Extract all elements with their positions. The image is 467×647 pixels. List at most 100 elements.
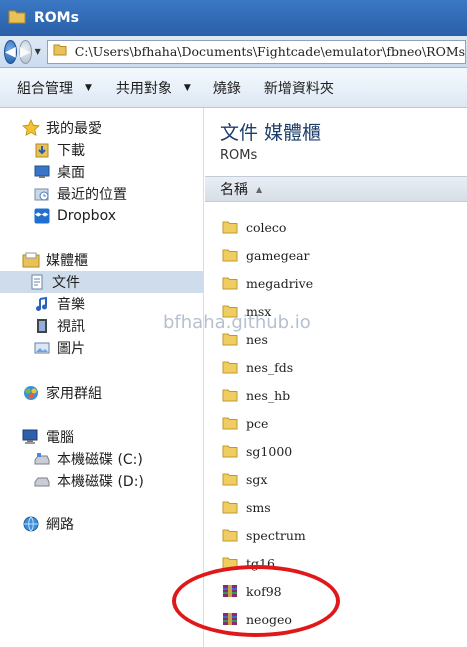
sidebar-computer[interactable]: 電腦 — [22, 426, 74, 448]
column-name-label: 名稱 — [220, 182, 248, 198]
sort-ascending-icon: ▲ — [256, 184, 263, 194]
file-name: pce — [246, 415, 269, 431]
file-list-item[interactable]: sms — [222, 496, 271, 518]
folder-icon — [222, 442, 240, 460]
file-name: nes — [246, 331, 268, 347]
sidebar-homegroup[interactable]: 家用群組 — [22, 382, 102, 404]
file-name: sg1000 — [246, 443, 293, 459]
chevron-down-icon: ▼ — [183, 82, 191, 93]
folder-icon — [222, 526, 240, 544]
file-name: sgx — [246, 471, 268, 487]
sidebar-favorites-label: 我的最愛 — [46, 121, 102, 137]
sidebar-item-pictures[interactable]: 圖片 — [33, 337, 85, 359]
folder-icon — [222, 498, 240, 516]
sidebar-network-label: 網路 — [46, 517, 74, 533]
new-folder-button[interactable]: 新增資料夾 — [264, 78, 334, 98]
sidebar-homegroup-label: 家用群組 — [46, 386, 102, 402]
sidebar-libraries[interactable]: 媒體櫃 — [22, 249, 88, 271]
library-title: 文件 媒體櫃 — [220, 122, 322, 144]
dropbox-icon — [33, 207, 51, 225]
burn-button[interactable]: 燒錄 — [213, 78, 241, 98]
sidebar-item-label: 圖片 — [57, 341, 85, 357]
file-list-item[interactable]: pce — [222, 412, 268, 434]
sidebar-item-drive-c[interactable]: 本機磁碟 (C:) — [33, 448, 143, 470]
video-icon — [33, 317, 51, 335]
computer-icon — [22, 428, 40, 446]
arrow-left-icon: ◀ — [5, 43, 16, 60]
file-name: nes_hb — [246, 387, 291, 403]
navigation-pane: 我的最愛 下載 桌面 最近的位置 Dropbox 媒體櫃 文件 音樂 視訊 圖片… — [0, 108, 204, 647]
organize-button[interactable]: 組合管理 ▼ — [17, 78, 92, 98]
sidebar-libraries-label: 媒體櫃 — [46, 253, 88, 269]
sidebar-item-label: 最近的位置 — [57, 187, 127, 203]
file-list-item[interactable]: coleco — [222, 216, 286, 238]
music-icon — [33, 295, 51, 313]
sidebar-item-music[interactable]: 音樂 — [33, 293, 85, 315]
sidebar-favorites[interactable]: 我的最愛 — [22, 117, 102, 139]
folder-icon — [222, 274, 240, 292]
file-list-item[interactable]: spectrum — [222, 524, 306, 546]
sidebar-item-recent-places[interactable]: 最近的位置 — [33, 183, 127, 205]
file-name: nes_fds — [246, 359, 294, 375]
sidebar-item-dropbox[interactable]: Dropbox — [33, 205, 116, 227]
desktop-icon — [33, 163, 51, 181]
network-icon — [22, 515, 40, 533]
sidebar-item-label: 文件 — [52, 275, 80, 291]
sidebar-network[interactable]: 網路 — [22, 513, 74, 535]
folder-icon — [222, 386, 240, 404]
folder-icon — [53, 43, 67, 61]
folder-icon — [222, 414, 240, 432]
star-icon — [22, 119, 40, 137]
arrow-right-icon: ▶ — [19, 43, 31, 60]
sidebar-item-downloads[interactable]: 下載 — [33, 139, 85, 161]
address-bar[interactable]: C:\Users\bfhaha\Documents\Fightcade\emul… — [46, 39, 467, 64]
file-name: coleco — [246, 219, 287, 235]
file-list-item[interactable]: megadrive — [222, 272, 313, 294]
sidebar-item-label: 音樂 — [57, 297, 85, 313]
file-list-item[interactable]: nes_hb — [222, 384, 290, 406]
sidebar-item-label: 下載 — [57, 143, 85, 159]
folder-icon — [222, 470, 240, 488]
sidebar-item-label: 本機磁碟 (C:) — [57, 452, 143, 468]
library-subtitle: ROMs — [220, 148, 258, 163]
back-button[interactable]: ◀ — [4, 39, 17, 64]
forward-button[interactable]: ▶ — [18, 39, 32, 64]
share-with-label: 共用對象 — [115, 80, 172, 97]
sidebar-item-documents[interactable]: 文件 — [0, 271, 203, 293]
file-list-item[interactable]: gamegear — [222, 244, 310, 266]
new-folder-label: 新增資料夾 — [263, 80, 334, 97]
watermark: bfhaha.github.io — [163, 312, 311, 333]
download-folder-icon — [33, 141, 51, 159]
homegroup-icon — [22, 384, 40, 402]
folder-icon — [8, 8, 26, 28]
sidebar-item-drive-d[interactable]: 本機磁碟 (D:) — [33, 470, 144, 492]
drive-c-icon — [33, 450, 51, 468]
column-header-name[interactable]: 名稱 ▲ — [205, 176, 467, 202]
burn-label: 燒錄 — [212, 80, 241, 97]
libraries-icon — [22, 251, 40, 269]
documents-icon — [28, 273, 46, 291]
share-with-button[interactable]: 共用對象 ▼ — [116, 78, 191, 98]
sidebar-item-label: 本機磁碟 (D:) — [57, 474, 144, 490]
file-name: spectrum — [246, 527, 306, 543]
window-title: ROMs — [34, 10, 79, 26]
title-bar: ROMs — [0, 0, 467, 36]
sidebar-item-desktop[interactable]: 桌面 — [33, 161, 85, 183]
chevron-down-icon: ▼ — [85, 82, 92, 93]
address-row: ◀ ▶ ▼ C:\Users\bfhaha\Documents\Fightcad… — [0, 36, 467, 68]
sidebar-item-label: 桌面 — [57, 165, 85, 181]
file-list-item[interactable]: sg1000 — [222, 440, 292, 462]
recent-pages-dropdown-icon[interactable]: ▼ — [35, 47, 41, 56]
file-list-item[interactable]: nes_fds — [222, 356, 293, 378]
folder-icon — [222, 218, 240, 236]
organize-label: 組合管理 — [17, 80, 73, 97]
address-path[interactable]: C:\Users\bfhaha\Documents\Fightcade\emul… — [75, 44, 465, 59]
recent-places-icon — [33, 185, 51, 203]
command-bar: 組合管理 ▼ 共用對象 ▼ 燒錄 新增資料夾 — [0, 68, 467, 108]
sidebar-item-videos[interactable]: 視訊 — [33, 315, 85, 337]
file-name: sms — [246, 499, 271, 515]
file-list-item[interactable]: sgx — [222, 468, 267, 490]
file-name: megadrive — [246, 275, 314, 291]
highlight-circle — [172, 565, 340, 637]
folder-icon — [222, 246, 240, 264]
